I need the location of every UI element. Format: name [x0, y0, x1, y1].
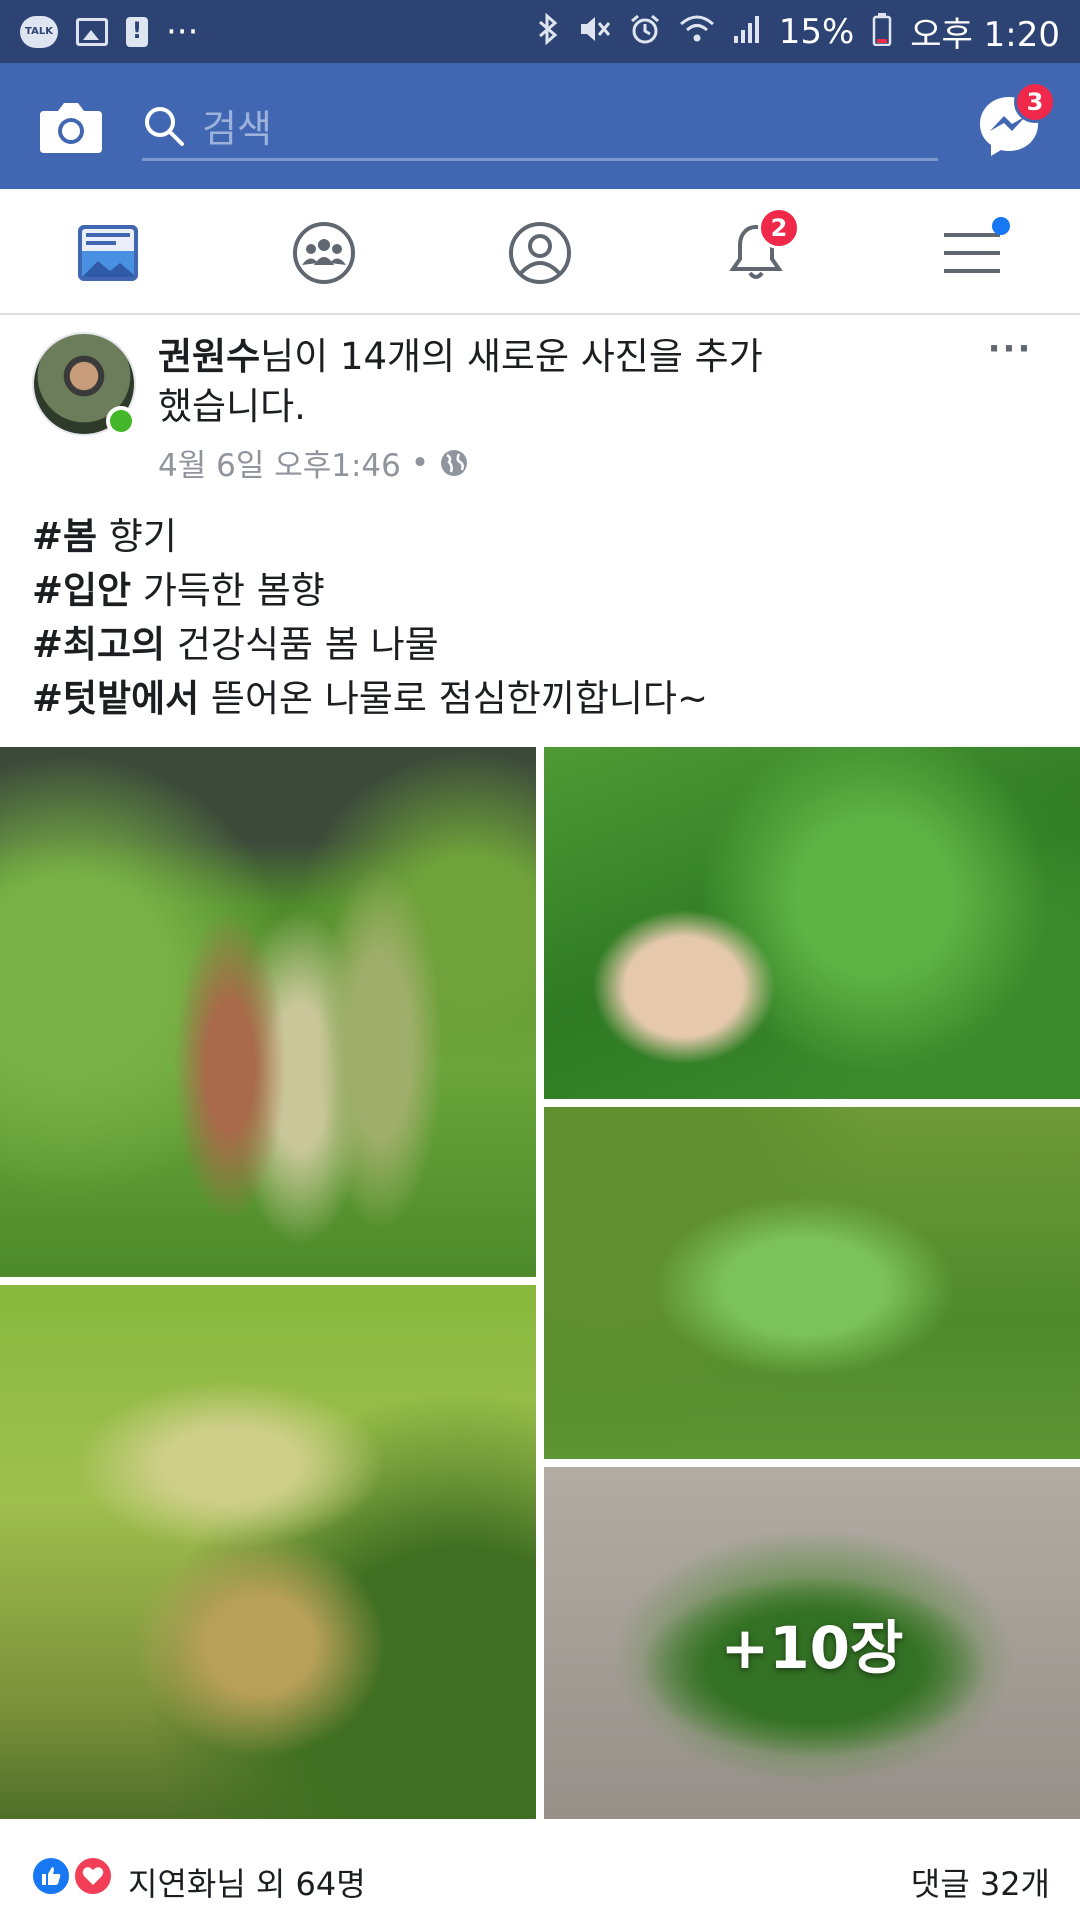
tab-notifications[interactable]: 2 — [724, 207, 800, 285]
mute-icon — [577, 13, 611, 51]
profile-icon — [509, 222, 571, 284]
menu-dot — [992, 217, 1010, 235]
status-right: 15% 오후 1:20 — [537, 7, 1060, 56]
messenger-badge: 3 — [1014, 81, 1056, 123]
battery-percent: 15% — [778, 11, 855, 52]
post-photo-2[interactable] — [544, 747, 1080, 1099]
status-left: TALK ! ··· — [20, 12, 198, 52]
search-input[interactable]: 검색 — [142, 93, 938, 161]
love-reaction-icon — [72, 1855, 114, 1897]
clock: 오후 1:20 — [910, 15, 1060, 55]
like-reaction-icon — [30, 1855, 72, 1897]
globe-icon — [441, 449, 468, 476]
notifications-badge: 2 — [758, 207, 800, 249]
wifi-icon — [679, 14, 715, 50]
reactions-bar: 지연화님 외 64명 댓글 32개 — [0, 1845, 1080, 1920]
alarm-icon — [629, 13, 661, 51]
tab-news-feed[interactable] — [76, 223, 140, 283]
hashtag[interactable]: #최고의 — [32, 623, 165, 666]
hashtag[interactable]: #봄 — [32, 515, 97, 558]
post-line: #입안 가득한 봄향 — [32, 564, 1052, 618]
post-photo-3[interactable] — [544, 1107, 1080, 1459]
tab-groups[interactable] — [292, 221, 356, 285]
more-photos-count: +10장 — [720, 1614, 904, 1682]
post-photo-1[interactable] — [0, 747, 536, 1277]
camera-icon — [40, 103, 102, 153]
post-line: #최고의 건강식품 봄 나물 — [32, 618, 1052, 672]
camera-button[interactable] — [38, 99, 104, 155]
reactions-summary[interactable]: 지연화님 외 64명 — [128, 1859, 366, 1905]
more-notifications-icon: ··· — [166, 11, 199, 52]
alert-icon: ! — [126, 16, 148, 47]
post-options-button[interactable]: ··· — [984, 332, 1036, 366]
search-placeholder: 검색 — [202, 107, 272, 151]
comments-count[interactable]: 댓글 32개 — [911, 1859, 1050, 1905]
tab-menu[interactable] — [940, 217, 1010, 285]
post-timestamp[interactable]: 4월 6일 오후1:46 — [158, 440, 401, 485]
post-meta: 4월 6일 오후1:46 • — [158, 440, 469, 485]
post-photo-5[interactable]: +10장 — [544, 1467, 1080, 1819]
post-line-text: 가득한 봄향 — [131, 569, 325, 612]
online-status-dot — [106, 406, 136, 436]
meta-separator: • — [410, 444, 430, 481]
battery-icon — [872, 12, 892, 52]
messenger-button[interactable]: 3 — [976, 81, 1056, 163]
hashtag[interactable]: #입안 — [32, 569, 131, 612]
post-body: #봄 향기 #입안 가득한 봄향 #최고의 건강식품 봄 나물 #텃밭에서 뜯어… — [32, 510, 1052, 726]
groups-icon — [293, 222, 355, 284]
news-feed-icon — [78, 225, 138, 281]
post-line-text: 뜯어온 나물로 점심한끼합니다~ — [199, 677, 708, 720]
kakaotalk-icon: TALK — [20, 15, 58, 48]
post-photo-4[interactable] — [0, 1285, 536, 1819]
post-header: 권원수님이 14개의 새로운 사진을 추가했습니다. 4월 6일 오후1:46 … — [0, 318, 1080, 488]
post-line: #봄 향기 — [32, 510, 1052, 564]
bluetooth-icon — [537, 12, 559, 51]
post-line: #텃밭에서 뜯어온 나물로 점심한끼합니다~ — [32, 672, 1052, 726]
app-header: 검색 3 — [0, 63, 1080, 189]
search-icon — [145, 106, 184, 146]
post-title: 권원수님이 14개의 새로운 사진을 추가했습니다. — [158, 332, 778, 432]
author-name[interactable]: 권원수 — [158, 335, 260, 378]
gallery-icon — [76, 17, 108, 46]
post-line-text: 건강식품 봄 나물 — [165, 623, 439, 666]
post-line-text: 향기 — [97, 515, 177, 558]
tab-profile[interactable] — [508, 221, 572, 285]
tab-bar: 2 — [0, 189, 1080, 315]
signal-icon — [733, 14, 761, 50]
status-bar: TALK ! ··· 15% 오후 1:20 — [0, 0, 1080, 63]
hashtag[interactable]: #텃밭에서 — [32, 677, 199, 720]
more-photos-overlay: +10장 — [544, 1467, 1080, 1819]
